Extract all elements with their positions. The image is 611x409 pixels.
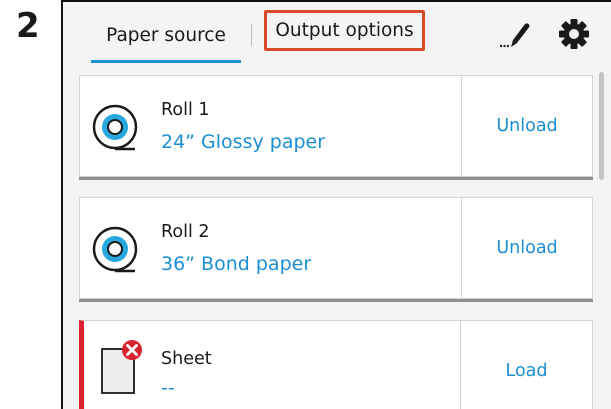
paper-roll-icon xyxy=(91,103,139,151)
scrollbar[interactable] xyxy=(599,72,604,409)
tab-divider xyxy=(251,24,252,46)
paper-card-roll-1[interactable]: Roll 1 24” Glossy paper Unload xyxy=(79,75,593,177)
error-icon xyxy=(122,340,142,360)
tab-output-options[interactable]: Output options xyxy=(264,10,425,51)
printer-screen: Paper source Output options Roll 1 24” G… xyxy=(61,0,611,409)
gear-icon[interactable] xyxy=(558,18,590,50)
unload-button[interactable]: Unload xyxy=(462,76,592,176)
card-title: Roll 2 xyxy=(161,222,210,242)
card-title: Roll 1 xyxy=(161,100,210,120)
sheet-icon xyxy=(100,339,144,395)
paper-roll-icon xyxy=(91,225,139,273)
tab-paper-source[interactable]: Paper source xyxy=(91,17,241,63)
unload-button[interactable]: Unload xyxy=(462,198,592,298)
card-paper-type: 36” Bond paper xyxy=(161,253,312,275)
card-paper-type: 24” Glossy paper xyxy=(161,131,326,153)
scrollbar-thumb[interactable] xyxy=(599,72,604,180)
paper-card-sheet[interactable]: Sheet -- Load xyxy=(79,320,593,409)
tab-bar: Paper source Output options xyxy=(63,2,611,63)
card-paper-type: -- xyxy=(161,377,175,399)
card-title: Sheet xyxy=(161,349,212,369)
step-number: 2 xyxy=(16,6,40,46)
load-button[interactable]: Load xyxy=(461,321,592,409)
paper-card-roll-2[interactable]: Roll 2 36” Bond paper Unload xyxy=(79,197,593,299)
edit-pen-icon[interactable] xyxy=(499,18,531,50)
